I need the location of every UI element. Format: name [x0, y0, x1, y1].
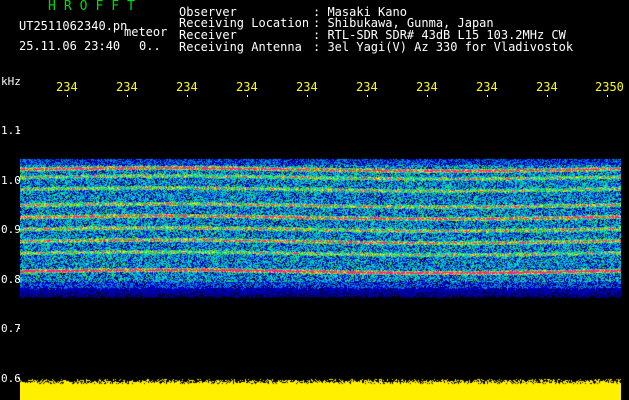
- datetime: 25.11.06 23:40: [19, 39, 121, 53]
- x-tick-label: 2350: [595, 80, 624, 94]
- x-tick-label: 234: [536, 80, 558, 94]
- x-tick-label: 234: [56, 80, 78, 94]
- spectrogram-plot: [20, 97, 621, 400]
- meteor-label: meteor: [124, 25, 168, 39]
- x-tick-label: 234: [356, 80, 378, 94]
- antenna-value: : 3el Yagi(V) Az 330 for Vladivostok: [313, 40, 574, 54]
- x-tick-label: 234: [476, 80, 498, 94]
- filename: UT2511062340.pn: [19, 19, 128, 33]
- x-tick-label: 234: [176, 80, 198, 94]
- app-brand: HROFFT: [48, 0, 143, 14]
- x-tick-label: 234: [236, 80, 258, 94]
- antenna-label: Receiving Antenna: [179, 40, 302, 54]
- y-axis-unit: kHz: [1, 75, 21, 88]
- x-tick-label: 234: [416, 80, 438, 94]
- y-axis: kHz 1.1 1.0 0.9 0.8 0.7 0.6: [0, 72, 21, 400]
- meteor-count: 0..: [139, 39, 161, 53]
- x-tick-label: 234: [296, 80, 318, 94]
- header: HROFFT UT2511062340.pn meteor 25.11.06 2…: [0, 0, 629, 75]
- x-tick-label: 234: [116, 80, 138, 94]
- spectrogram-canvas: [20, 97, 621, 400]
